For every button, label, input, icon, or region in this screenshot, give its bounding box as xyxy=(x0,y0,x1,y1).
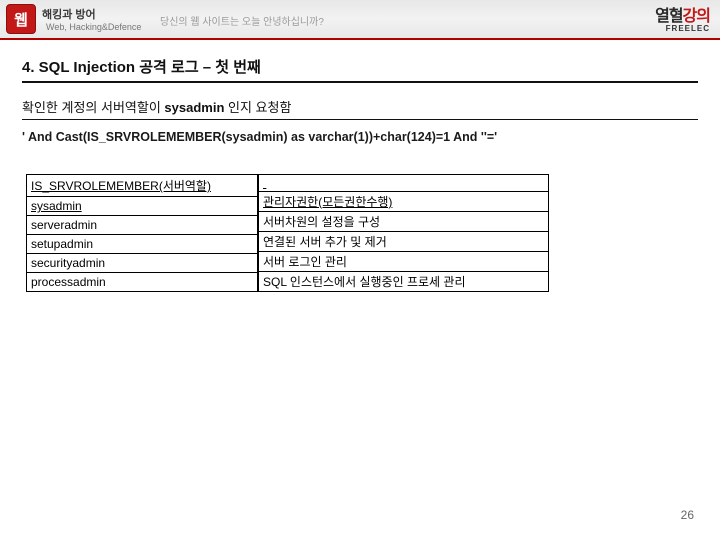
description-line: 확인한 계정의 서버역할이 sysadmin 인지 요청함 xyxy=(22,97,698,120)
page-number: 26 xyxy=(681,508,694,522)
roles-table-left: IS_SRVROLEMEMBER(서버역할) sysadmin serverad… xyxy=(26,174,258,292)
desc-prefix: 확인한 계정의 서버역할이 xyxy=(22,100,164,115)
logo-text: 해킹과 방어 Web, Hacking&Defence xyxy=(42,6,141,32)
content-area: 4. SQL Injection 공격 로그 – 첫 번째 확인한 계정의 서버… xyxy=(0,40,720,292)
brand-kr-2: 강의 xyxy=(683,8,710,25)
table-cell: serveradmin xyxy=(27,216,258,235)
table-cell: 연결된 서버 추가 및 제거 xyxy=(259,232,549,252)
tables-row: IS_SRVROLEMEMBER(서버역할) sysadmin serverad… xyxy=(26,174,694,292)
table-cell: setupadmin xyxy=(27,235,258,254)
logo-sub: Web, Hacking&Defence xyxy=(46,22,141,32)
top-banner: 웹 해킹과 방어 Web, Hacking&Defence 당신의 웹 사이트는… xyxy=(0,0,720,40)
logo-main: 해킹과 방어 xyxy=(42,9,96,21)
table-cell: processadmin xyxy=(27,273,258,292)
sql-code: ' And Cast(IS_SRVROLEMEMBER(sysadmin) as… xyxy=(22,130,698,144)
table-cell: IS_SRVROLEMEMBER(서버역할) xyxy=(27,175,258,197)
table-cell-empty xyxy=(259,175,549,192)
tagline: 당신의 웹 사이트는 오늘 안녕하십니까? xyxy=(160,13,324,28)
table-cell: 관리자권한(모든권한수행) xyxy=(259,192,549,212)
brand-kr-1: 열혈 xyxy=(655,8,682,25)
section-title: 4. SQL Injection 공격 로그 – 첫 번째 xyxy=(22,56,698,83)
desc-suffix: 인지 요청함 xyxy=(224,100,291,115)
table-cell: SQL 인스턴스에서 실행중인 프로세 관리 xyxy=(259,272,549,292)
table-cell: sysadmin xyxy=(27,197,258,216)
table-cell: securityadmin xyxy=(27,254,258,273)
logo-badge: 웹 xyxy=(6,4,36,34)
table-cell: 서버차원의 설정을 구성 xyxy=(259,212,549,232)
right-brand: 열혈강의 FREELEC xyxy=(655,2,710,33)
table-cell: 서버 로그인 관리 xyxy=(259,252,549,272)
logo-area: 웹 해킹과 방어 Web, Hacking&Defence xyxy=(6,4,141,34)
desc-bold: sysadmin xyxy=(164,100,224,115)
brand-kr: 열혈강의 xyxy=(655,2,710,26)
roles-table-right: 관리자권한(모든권한수행) 서버차원의 설정을 구성 연결된 서버 추가 및 제… xyxy=(258,174,549,292)
